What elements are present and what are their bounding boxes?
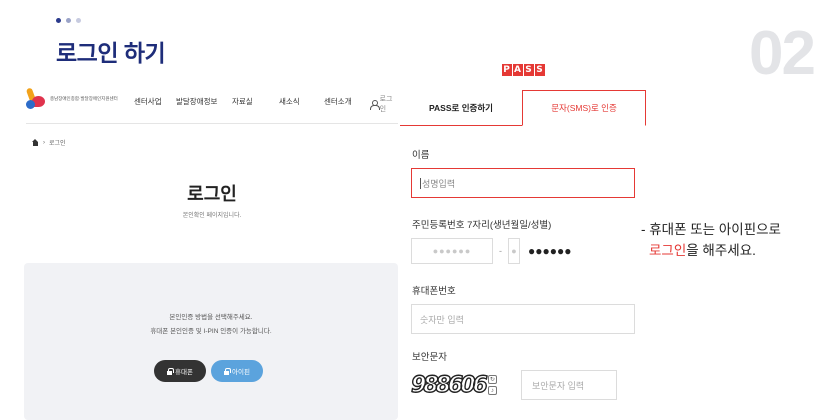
phone-number-placeholder: 숫자만 입력	[420, 314, 464, 325]
instruction-note-line1: - 휴대폰 또는 아이핀으로	[641, 222, 781, 237]
auth-instruction: 본인인증 방법을 선택해주세요.	[169, 314, 253, 321]
speaker-icon[interactable]: ♪	[487, 386, 497, 395]
captcha-controls: ↻ ♪	[487, 375, 497, 395]
text-caret	[420, 177, 421, 189]
auth-tabs: PASS로 인증하기 문자(SMS)로 인증	[400, 90, 646, 126]
name-label: 이름	[412, 150, 430, 161]
note-highlight: 로그인	[649, 243, 687, 258]
refresh-icon[interactable]: ↻	[487, 375, 497, 384]
logo-text: 충남장애인종합·발달장애인지원센터	[50, 96, 118, 101]
lock-icon	[224, 367, 231, 375]
phone-number-label: 휴대폰번호	[412, 286, 456, 297]
dot-2	[66, 18, 71, 23]
pass-logo-letter: A	[512, 64, 523, 76]
name-input[interactable]: 성명입력	[411, 168, 635, 198]
phone-number-input[interactable]: 숫자만 입력	[411, 304, 635, 334]
breadcrumb-current: 로그인	[49, 141, 66, 147]
pass-logo-letter: S	[523, 64, 534, 76]
nav-item-about[interactable]: 센터소개	[324, 96, 352, 107]
captcha-row: 988606 ↻ ♪ 보안문자 입력	[410, 370, 617, 400]
rrn-row: ●●●●●● - ● ●●●●●●	[411, 238, 572, 264]
captcha-label: 보안문자	[412, 352, 447, 363]
rrn-front-input[interactable]: ●●●●●●	[411, 238, 493, 264]
slide-dots	[56, 18, 81, 23]
name-placeholder: 성명입력	[422, 178, 456, 189]
slide-heading: 로그인 하기	[56, 40, 166, 66]
rrn-back-input[interactable]: ●	[508, 238, 520, 264]
page-title: 로그인	[187, 184, 237, 204]
phone-auth-label: 휴대폰	[175, 369, 193, 376]
lock-icon	[167, 367, 174, 375]
site-logo[interactable]: 충남장애인종합·발달장애인지원센터	[25, 87, 118, 110]
captcha-image: 988606 ↻ ♪	[410, 371, 509, 399]
breadcrumb-separator: ›	[43, 139, 45, 146]
pass-logo-letter: P	[501, 64, 512, 76]
pass-logo: P A S S	[400, 64, 646, 76]
slide-number: 02	[749, 19, 816, 88]
tab-sms[interactable]: 문자(SMS)로 인증	[522, 90, 646, 126]
auth-method-box: 본인인증 방법을 선택해주세요. 휴대폰 본인인증 및 I-PIN 인증이 가능…	[24, 263, 398, 420]
home-icon[interactable]	[32, 139, 39, 146]
pass-auth-panel: P A S S PASS로 인증하기 문자(SMS)로 인증 이름 성명입력 주…	[400, 60, 646, 420]
login-link-label: 로그인	[379, 96, 393, 113]
rrn-masked-digits: ●●●●●●	[528, 244, 572, 258]
auth-description: 휴대폰 본인인증 및 I-PIN 인증이 가능합니다.	[150, 328, 272, 335]
phone-auth-button[interactable]: 휴대폰	[154, 360, 206, 382]
page-subtitle: 본인확인 페이지입니다.	[182, 213, 242, 219]
captcha-input[interactable]: 보안문자 입력	[521, 370, 617, 400]
site-header: 충남장애인종합·발달장애인지원센터 센터사업 발달장애정보 자료실 새소식 센터…	[25, 82, 398, 124]
rrn-label: 주민등록번호 7자리(생년월일/성별)	[412, 220, 552, 231]
nav-item-dev-info[interactable]: 발달장애정보	[176, 96, 217, 107]
dot-1	[56, 18, 61, 23]
nav-item-archive[interactable]: 자료실	[232, 96, 253, 107]
nav-item-news[interactable]: 새소식	[279, 96, 300, 107]
nav-item-center-business[interactable]: 센터사업	[134, 96, 162, 107]
dot-3	[76, 18, 81, 23]
captcha-text: 988606	[410, 372, 488, 398]
ipin-auth-label: 아이핀	[232, 369, 250, 376]
login-link[interactable]: 로그인	[370, 94, 398, 114]
instruction-note-line2: 로그인을 해주세요.	[649, 239, 756, 259]
captcha-placeholder: 보안문자 입력	[532, 380, 585, 391]
note-rest: 을 해주세요.	[686, 243, 756, 258]
pass-logo-letter: S	[534, 64, 545, 76]
ipin-auth-button[interactable]: 아이핀	[211, 360, 263, 382]
breadcrumb: › 로그인	[32, 138, 66, 147]
logo-mark-icon	[25, 87, 46, 110]
person-icon	[370, 99, 380, 110]
rrn-dash: -	[499, 246, 502, 256]
tab-pass[interactable]: PASS로 인증하기	[400, 90, 522, 125]
